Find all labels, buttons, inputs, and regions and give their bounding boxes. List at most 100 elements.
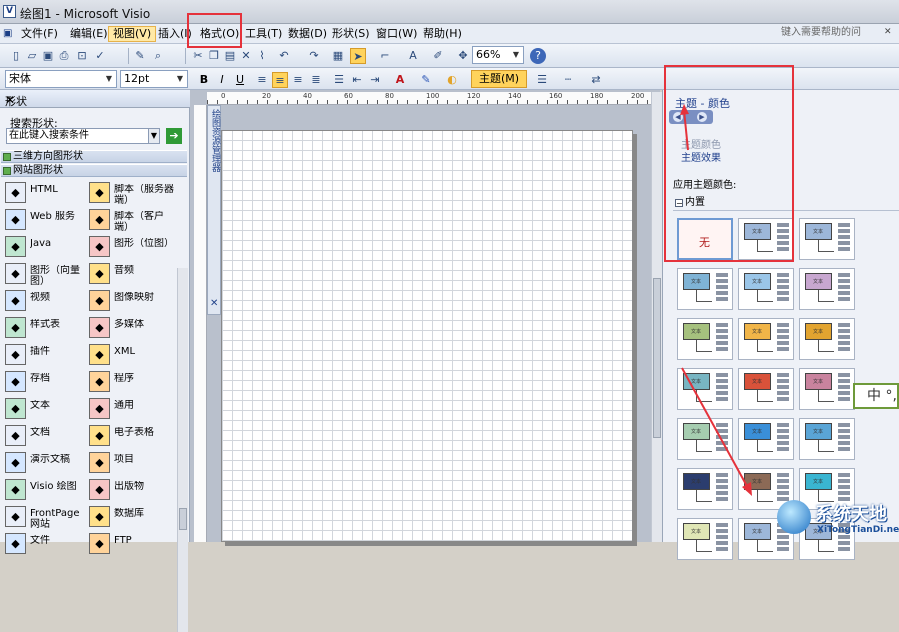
pointer-tool-icon[interactable]: ➤ — [350, 48, 366, 64]
app-menu-icon[interactable]: ▣ — [3, 28, 12, 39]
shape-item[interactable]: ◆ 视频 — [5, 288, 90, 313]
zoom-select[interactable]: 66% ▼ — [472, 46, 524, 64]
open-icon[interactable]: ▱ — [24, 48, 40, 64]
shape-item[interactable]: ◆ 图像映射 — [89, 288, 174, 313]
spelling-icon[interactable]: ✓ — [92, 48, 108, 64]
theme-button[interactable]: 主题(M) — [471, 70, 527, 88]
print-preview-icon[interactable]: ⊡ — [74, 48, 90, 64]
shape-item[interactable]: ◆ FTP — [89, 531, 174, 556]
theme-thumbnail[interactable]: 文本 — [799, 218, 855, 260]
shape-item[interactable]: ◆ 文本 — [5, 396, 90, 421]
menu-shape[interactable]: 形状(S) — [328, 26, 374, 42]
ruler-ticks — [207, 100, 651, 104]
shape-item[interactable]: ◆ 脚本（客户端） — [89, 207, 174, 233]
delete-icon[interactable]: ✕ — [238, 48, 254, 64]
decrease-indent-icon[interactable]: ⇤ — [349, 72, 365, 88]
close-icon[interactable]: ✕ — [5, 93, 186, 107]
shape-item[interactable]: ◆ 图形（位图） — [89, 234, 174, 259]
align-right-icon[interactable]: ≡ — [290, 72, 306, 88]
print-icon[interactable]: ⎙ — [56, 48, 72, 64]
shape-item[interactable]: ◆ 图形（向量图） — [5, 261, 90, 287]
fill-color-icon[interactable]: ◐ — [444, 72, 460, 88]
shape-item[interactable]: ◆ 项目 — [89, 450, 174, 475]
align-left-icon[interactable]: ≡ — [254, 72, 270, 88]
pan-zoom-icon[interactable]: ✥ — [455, 48, 471, 64]
menu-view[interactable]: 视图(V) — [108, 26, 157, 42]
theme-thumbnail[interactable]: 文本 — [799, 318, 855, 360]
italic-button[interactable]: I — [214, 72, 230, 88]
help-icon[interactable]: ? — [530, 48, 546, 64]
menu-help[interactable]: 帮助(H) — [419, 26, 466, 42]
drawing-page[interactable] — [221, 130, 633, 542]
font-color-icon[interactable]: A — [392, 72, 408, 88]
underline-button[interactable]: U — [232, 72, 248, 88]
drawing-explorer-tab[interactable]: 绘图资源管理器 ✕ — [207, 105, 221, 315]
bullets-icon[interactable]: ☰ — [331, 72, 347, 88]
font-size-select[interactable]: 12pt ▼ — [120, 70, 188, 88]
shape-item[interactable]: ◆ 通用 — [89, 396, 174, 421]
text-tool-icon[interactable]: A — [405, 48, 421, 64]
shape-item[interactable]: ◆ Web 服务 — [5, 207, 90, 232]
shape-item[interactable]: ◆ 演示文稿 — [5, 450, 90, 475]
line-pattern-icon[interactable]: ┄ — [560, 72, 576, 88]
thumb-stack — [838, 323, 850, 353]
shape-item[interactable]: ◆ Visio 绘图 — [5, 477, 90, 502]
shape-item[interactable]: ◆ 数据库 — [89, 504, 174, 529]
undo-icon[interactable]: ↶ — [276, 48, 292, 64]
search-shapes-input[interactable]: 在此键入搜索条件 — [6, 128, 160, 144]
cut-icon[interactable]: ✂ — [190, 48, 206, 64]
shape-item[interactable]: ◆ 音频 — [89, 261, 174, 286]
line-color-icon[interactable]: ✎ — [418, 72, 434, 88]
drawing-tools-icon[interactable]: ✐ — [430, 48, 446, 64]
menu-tools[interactable]: 工具(T) — [241, 26, 286, 42]
align-center-icon[interactable]: ≡ — [272, 72, 288, 88]
menu-file[interactable]: 文件(F) — [17, 26, 62, 42]
font-select[interactable]: 宋体 ▼ — [5, 70, 117, 88]
shape-item[interactable]: ◆ 样式表 — [5, 315, 90, 340]
justify-icon[interactable]: ≣ — [308, 72, 324, 88]
shape-item[interactable]: ◆ 电子表格 — [89, 423, 174, 448]
close-doc-icon[interactable]: ✕ — [884, 27, 892, 37]
help-search-input[interactable]: 键入需要帮助的问 — [781, 25, 881, 41]
stencil-website-map[interactable]: 网站图形状 — [1, 164, 187, 177]
shape-item[interactable]: ◆ Java — [5, 234, 90, 259]
shapes-window-icon[interactable]: ▦ — [330, 48, 346, 64]
shape-item[interactable]: ◆ 插件 — [5, 342, 90, 367]
copy-icon[interactable]: ❐ — [206, 48, 222, 64]
shape-item[interactable]: ◆ 程序 — [89, 369, 174, 394]
line-ends-icon[interactable]: ⇄ — [588, 72, 604, 88]
shape-item[interactable]: ◆ 脚本（服务器端） — [89, 180, 174, 206]
line-weight-icon[interactable]: ☰ — [534, 72, 550, 88]
menu-edit[interactable]: 编辑(E) — [66, 26, 112, 42]
research-icon[interactable]: ⌕ — [150, 48, 166, 64]
save-icon[interactable]: ▣ — [40, 48, 56, 64]
theme-thumbnail[interactable]: 文本 — [799, 418, 855, 460]
shapes-scrollbar[interactable] — [177, 268, 188, 632]
shape-item[interactable]: ◆ 出版物 — [89, 477, 174, 502]
stencil-3d-directional[interactable]: 三维方向图形状 — [1, 150, 187, 163]
connector-tool-icon[interactable]: ⌐ — [377, 48, 393, 64]
redo-icon[interactable]: ↷ — [306, 48, 322, 64]
menu-data[interactable]: 数据(D) — [284, 26, 331, 42]
theme-thumbnail[interactable]: 文本 — [677, 518, 733, 560]
search-go-button[interactable]: ➔ — [166, 128, 182, 144]
theme-thumbnail[interactable]: 文本 — [799, 268, 855, 310]
shape-item[interactable]: ◆ FrontPage 网站 — [5, 504, 90, 530]
theme-thumbnail[interactable]: 文本 — [799, 368, 855, 410]
shape-item[interactable]: ◆ 文档 — [5, 423, 90, 448]
bold-button[interactable]: B — [196, 72, 212, 88]
menu-window[interactable]: 窗口(W) — [372, 26, 421, 42]
format-painter-icon[interactable]: ✎ — [132, 48, 148, 64]
chevron-down-icon[interactable]: ▼ — [148, 129, 159, 143]
shape-item[interactable]: ◆ 多媒体 — [89, 315, 174, 340]
shape-item[interactable]: ◆ XML — [89, 342, 174, 367]
scroll-thumb[interactable] — [179, 508, 187, 530]
shape-item[interactable]: ◆ HTML — [5, 180, 90, 205]
close-icon[interactable]: ✕ — [210, 298, 218, 309]
new-icon[interactable]: ▯ — [8, 48, 24, 64]
increase-indent-icon[interactable]: ⇥ — [367, 72, 383, 88]
paste-icon[interactable]: ▤ — [222, 48, 238, 64]
brush-icon[interactable]: ⌇ — [254, 48, 270, 64]
shape-item[interactable]: ◆ 存档 — [5, 369, 90, 394]
shape-item[interactable]: ◆ 文件 — [5, 531, 90, 556]
